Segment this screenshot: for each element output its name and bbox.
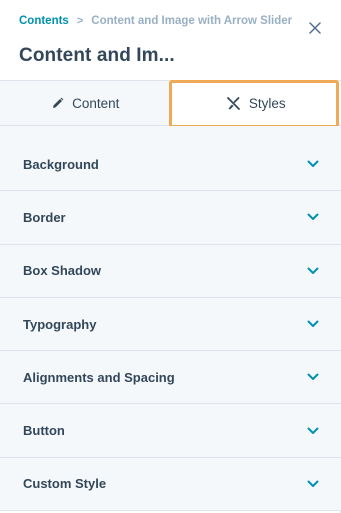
section-label: Custom Style <box>23 476 107 492</box>
tab-bar: Content Styles <box>0 80 341 126</box>
chevron-down-icon <box>307 320 319 328</box>
section-label: Background <box>23 156 99 172</box>
editor-sidebar-panel: Contents > Content and Image with Arrow … <box>0 0 341 513</box>
section-background[interactable]: Background <box>0 138 341 192</box>
close-icon <box>309 22 321 34</box>
tab-content[interactable]: Content <box>0 81 171 125</box>
section-label: Border <box>23 209 66 225</box>
chevron-down-icon <box>307 373 319 381</box>
chevron-down-icon <box>307 480 319 488</box>
tab-content-label: Content <box>72 95 120 111</box>
breadcrumb-link-contents[interactable]: Contents <box>19 15 69 27</box>
section-typography[interactable]: Typography <box>0 297 341 352</box>
chevron-down-icon <box>307 213 319 221</box>
section-custom-style[interactable]: Custom Style <box>0 457 341 512</box>
section-box-shadow[interactable]: Box Shadow <box>0 244 341 298</box>
breadcrumb-separator: > <box>76 15 84 27</box>
section-button[interactable]: Button <box>0 404 341 458</box>
section-border[interactable]: Border <box>0 191 341 245</box>
page-title: Content and Im... <box>19 45 175 66</box>
breadcrumb-current: Content and Image with Arrow Slider <box>91 15 293 27</box>
close-button[interactable] <box>305 18 325 38</box>
pencil-icon <box>53 97 64 108</box>
chevron-down-icon <box>307 267 319 275</box>
section-label: Button <box>23 423 65 439</box>
tab-styles[interactable]: Styles <box>170 81 341 125</box>
tab-styles-label: Styles <box>248 95 286 111</box>
section-label: Box Shadow <box>23 263 102 279</box>
section-alignments-and-spacing[interactable]: Alignments and Spacing <box>0 351 341 405</box>
breadcrumb: Contents > Content and Image with Arrow … <box>19 15 292 27</box>
chevron-down-icon <box>307 427 319 435</box>
panel-header: Contents > Content and Image with Arrow … <box>0 0 341 80</box>
brush-icon <box>226 96 240 110</box>
section-list-spacer <box>0 126 341 138</box>
style-section-list: Background Border Box Shadow Typography … <box>0 138 341 512</box>
chevron-down-icon <box>307 160 319 168</box>
section-label: Typography <box>23 316 97 332</box>
section-label: Alignments and Spacing <box>23 369 175 385</box>
